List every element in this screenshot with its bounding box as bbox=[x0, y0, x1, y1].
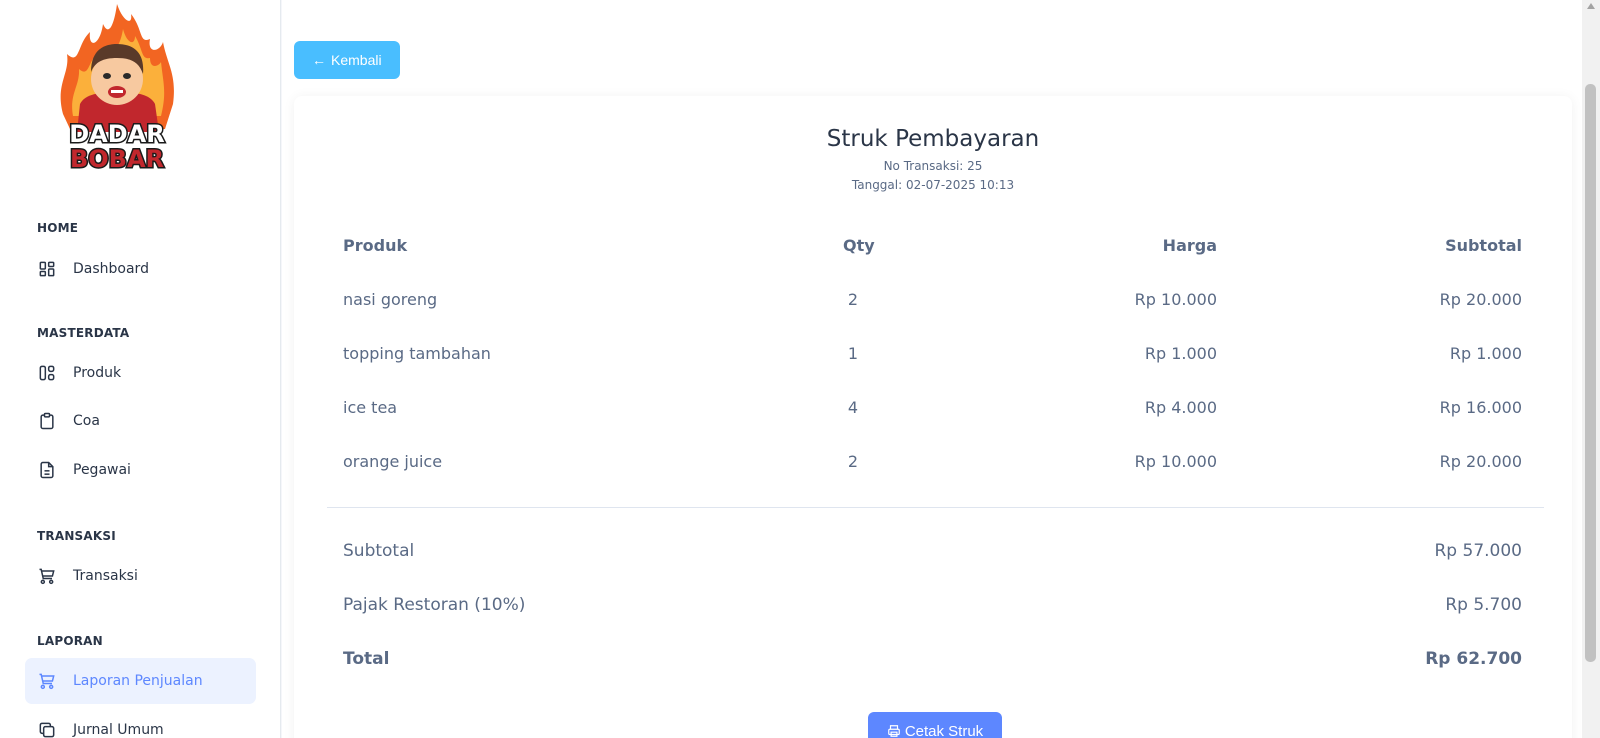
sidebar-item-dashboard[interactable]: Dashboard bbox=[25, 246, 256, 292]
arrow-left-icon: ← bbox=[312, 52, 326, 68]
receipt-card: Struk Pembayaran No Transaksi: 25 Tangga… bbox=[294, 96, 1572, 738]
sidebar-item-label: Produk bbox=[73, 365, 122, 381]
transaction-date: Tanggal: 02-07-2025 10:13 bbox=[851, 178, 1015, 192]
cell-qty: 4 bbox=[847, 398, 859, 417]
summary-total-label: Total bbox=[343, 649, 390, 669]
sidebar-item-label: Laporan Penjualan bbox=[73, 673, 203, 689]
sidebar-item-label: Transaksi bbox=[73, 568, 138, 584]
cell-produk: nasi goreng bbox=[343, 290, 438, 309]
cell-qty: 1 bbox=[847, 344, 859, 363]
summary-subtotal-label: Subtotal bbox=[343, 541, 415, 561]
sidebar-item-label: Pegawai bbox=[73, 462, 131, 478]
nav-section-transaksi: TRANSAKSI bbox=[37, 529, 116, 543]
cell-subtotal: Rp 16.000 bbox=[1439, 398, 1522, 417]
header-qty: Qty bbox=[843, 236, 875, 255]
header-harga: Harga bbox=[1162, 236, 1217, 255]
sidebar-item-produk[interactable]: Produk bbox=[25, 350, 256, 396]
sidebar-item-transaksi[interactable]: Transaksi bbox=[25, 553, 256, 599]
cell-harga: Rp 10.000 bbox=[1134, 452, 1217, 471]
cell-subtotal: Rp 20.000 bbox=[1439, 290, 1522, 309]
main-content: ← Kembali Struk Pembayaran No Transaksi:… bbox=[282, 0, 1582, 738]
table-row: topping tambahan 1 Rp 1.000 Rp 1.000 bbox=[343, 344, 1522, 368]
brand-logo[interactable]: DADAR BOBAR bbox=[55, 4, 180, 175]
cell-harga: Rp 10.000 bbox=[1134, 290, 1217, 309]
back-button[interactable]: ← Kembali bbox=[294, 41, 400, 79]
summary-tax-label: Pajak Restoran (10%) bbox=[343, 595, 526, 615]
sidebar-item-jurnal-umum[interactable]: Jurnal Umum bbox=[25, 707, 256, 738]
summary-tax-value: Rp 5.700 bbox=[1445, 595, 1522, 615]
sidebar-item-label: Coa bbox=[73, 413, 100, 429]
cell-produk: topping tambahan bbox=[343, 344, 491, 363]
nav-section-laporan: LAPORAN bbox=[37, 634, 103, 648]
dashboard-icon bbox=[37, 259, 57, 279]
cell-subtotal: Rp 20.000 bbox=[1439, 452, 1522, 471]
sidebar-item-label: Jurnal Umum bbox=[73, 722, 164, 738]
back-button-label: Kembali bbox=[331, 52, 382, 68]
cell-qty: 2 bbox=[847, 290, 859, 309]
scroll-up-arrow-icon[interactable] bbox=[1587, 3, 1595, 9]
table-row: ice tea 4 Rp 4.000 Rp 16.000 bbox=[343, 398, 1522, 422]
page-scrollbar[interactable] bbox=[1582, 0, 1600, 738]
sidebar-item-label: Dashboard bbox=[73, 261, 149, 277]
nav-section-home: HOME bbox=[37, 221, 79, 235]
header-subtotal: Subtotal bbox=[1445, 236, 1522, 255]
sidebar-item-coa[interactable]: Coa bbox=[25, 398, 256, 444]
print-button-label: Cetak Struk bbox=[904, 722, 984, 738]
scrollbar-thumb[interactable] bbox=[1585, 84, 1596, 662]
cart-icon bbox=[37, 671, 57, 691]
cell-produk: orange juice bbox=[343, 452, 443, 471]
copy-icon bbox=[37, 720, 57, 738]
table-row: orange juice 2 Rp 10.000 Rp 20.000 bbox=[343, 452, 1522, 476]
cell-harga: Rp 4.000 bbox=[1144, 398, 1217, 417]
clipboard-icon bbox=[37, 411, 57, 431]
cart-icon bbox=[37, 566, 57, 586]
logo-text-line1: DADAR bbox=[69, 120, 164, 148]
cell-qty: 2 bbox=[847, 452, 859, 471]
nav-section-masterdata: MASTERDATA bbox=[37, 326, 130, 340]
summary-total-value: Rp 62.700 bbox=[1425, 649, 1522, 669]
table-header-row: Produk Qty Harga Subtotal bbox=[343, 236, 1522, 260]
layout-icon bbox=[37, 363, 57, 383]
file-text-icon bbox=[37, 460, 57, 480]
printer-icon bbox=[887, 724, 905, 738]
divider bbox=[327, 507, 1544, 508]
summary-subtotal-value: Rp 57.000 bbox=[1434, 541, 1523, 561]
transaction-number: No Transaksi: 25 bbox=[883, 159, 983, 173]
table-row: nasi goreng 2 Rp 10.000 Rp 20.000 bbox=[343, 290, 1522, 314]
cell-harga: Rp 1.000 bbox=[1144, 344, 1217, 363]
sidebar-item-pegawai[interactable]: Pegawai bbox=[25, 447, 256, 493]
logo-text-line2: BOBAR bbox=[70, 145, 164, 173]
print-receipt-button[interactable]: Cetak Struk bbox=[868, 712, 1002, 738]
sidebar-item-laporan-penjualan[interactable]: Laporan Penjualan bbox=[25, 658, 256, 704]
cell-produk: ice tea bbox=[343, 398, 398, 417]
cell-subtotal: Rp 1.000 bbox=[1449, 344, 1522, 363]
receipt-title: Struk Pembayaran bbox=[826, 126, 1040, 152]
header-produk: Produk bbox=[343, 236, 408, 255]
sidebar: DADAR BOBAR HOME Dashboard MASTERDATA Pr… bbox=[0, 0, 281, 738]
